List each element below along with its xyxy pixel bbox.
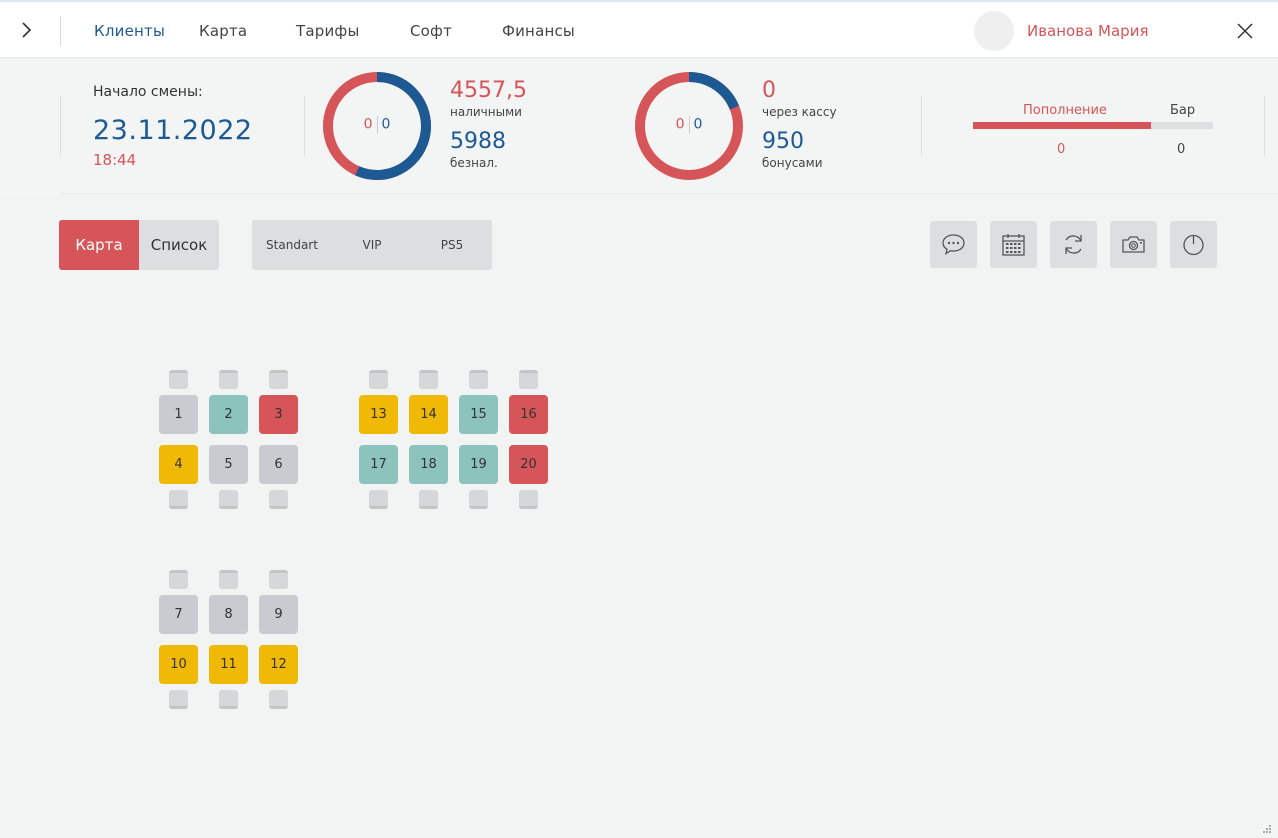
- chair-icon: [519, 490, 538, 509]
- seat-19[interactable]: 19: [459, 445, 498, 484]
- refresh-icon: [1065, 235, 1082, 254]
- divider: [304, 96, 305, 156]
- cashbox-label: через кассу: [762, 105, 837, 119]
- chair-icon: [219, 570, 238, 589]
- cashbox-amount: 0: [762, 78, 776, 103]
- close-icon: [1237, 23, 1253, 39]
- zone-standart[interactable]: Standart: [252, 220, 332, 270]
- seat-1[interactable]: 1: [159, 395, 198, 434]
- seat-3[interactable]: 3: [259, 395, 298, 434]
- nav-map[interactable]: Карта: [199, 22, 247, 40]
- list-view-button[interactable]: Список: [139, 220, 219, 270]
- view-toggle: Карта Список: [59, 220, 219, 270]
- cashless-amount: 5988: [450, 129, 506, 154]
- chair-icon: [519, 370, 538, 389]
- bar-value: 0: [1177, 142, 1186, 157]
- cash-amount: 4557,5: [450, 78, 527, 103]
- zone-ps5[interactable]: PS5: [412, 220, 492, 270]
- nav-clients[interactable]: Клиенты: [94, 22, 165, 40]
- shift-time: 18:44: [93, 151, 137, 169]
- power-button[interactable]: [1170, 221, 1217, 268]
- seat-14[interactable]: 14: [409, 395, 448, 434]
- seat-20[interactable]: 20: [509, 445, 548, 484]
- shift-start-label: Начало смены:: [93, 84, 203, 100]
- avatar[interactable]: [974, 11, 1014, 51]
- seat-10[interactable]: 10: [159, 645, 198, 684]
- cashless-label: безнал.: [450, 156, 498, 170]
- messages-button[interactable]: [930, 221, 977, 268]
- seat-5[interactable]: 5: [209, 445, 248, 484]
- bonus-label: бонусами: [762, 156, 823, 170]
- chair-icon: [219, 490, 238, 509]
- nav-finance[interactable]: Финансы: [502, 22, 575, 40]
- zone-vip[interactable]: VIP: [332, 220, 412, 270]
- chair-icon: [419, 490, 438, 509]
- chair-icon: [269, 570, 288, 589]
- chair-icon: [169, 570, 188, 589]
- zone-filter: Standart VIP PS5: [252, 220, 492, 270]
- camera-button[interactable]: [1110, 221, 1157, 268]
- chat-icon: [942, 234, 965, 255]
- seat-11[interactable]: 11: [209, 645, 248, 684]
- nav-tariffs[interactable]: Тарифы: [296, 22, 360, 40]
- seat-6[interactable]: 6: [259, 445, 298, 484]
- donut-right-value: 0: [381, 116, 391, 133]
- divider: [60, 16, 61, 46]
- seat-17[interactable]: 17: [359, 445, 398, 484]
- topup-progress-bar: [973, 122, 1213, 129]
- seat-9[interactable]: 9: [259, 595, 298, 634]
- chair-icon: [369, 490, 388, 509]
- chair-icon: [269, 370, 288, 389]
- top-bar: Клиенты Карта Тарифы Софт Финансы Иванов…: [0, 0, 1278, 58]
- seat-15[interactable]: 15: [459, 395, 498, 434]
- map-view-button[interactable]: Карта: [59, 220, 139, 270]
- power-icon: [1183, 234, 1204, 256]
- user-name[interactable]: Иванова Мария: [1027, 22, 1148, 40]
- divider: [1264, 96, 1265, 156]
- seat-16[interactable]: 16: [509, 395, 548, 434]
- refresh-button[interactable]: [1050, 221, 1097, 268]
- donut-left-value: 0: [675, 116, 685, 133]
- chair-icon: [219, 690, 238, 709]
- topup-progress-fill: [973, 122, 1151, 129]
- shift-date: 23.11.2022: [93, 115, 253, 146]
- topup-value: 0: [1057, 142, 1066, 157]
- donut-center-values: 00: [633, 116, 745, 133]
- chair-icon: [169, 370, 188, 389]
- seat-8[interactable]: 8: [209, 595, 248, 634]
- calendar-button[interactable]: [990, 221, 1037, 268]
- close-button[interactable]: [1234, 20, 1256, 42]
- seat-4[interactable]: 4: [159, 445, 198, 484]
- bonus-amount: 950: [762, 129, 804, 154]
- chair-icon: [469, 370, 488, 389]
- seat-18[interactable]: 18: [409, 445, 448, 484]
- donut-left-value: 0: [363, 116, 373, 133]
- camera-icon: [1122, 236, 1145, 253]
- chair-icon: [169, 490, 188, 509]
- chair-icon: [469, 490, 488, 509]
- chair-icon: [369, 370, 388, 389]
- seat-7[interactable]: 7: [159, 595, 198, 634]
- seat-13[interactable]: 13: [359, 395, 398, 434]
- tab-topup[interactable]: Пополнение: [1023, 103, 1107, 118]
- donut-right-value: 0: [693, 116, 703, 133]
- seat-2[interactable]: 2: [209, 395, 248, 434]
- seat-12[interactable]: 12: [259, 645, 298, 684]
- resize-grip-icon[interactable]: [1262, 819, 1272, 833]
- chair-icon: [269, 690, 288, 709]
- calendar-icon: [1002, 234, 1025, 256]
- donut-center-values: 00: [321, 116, 433, 133]
- chair-icon: [419, 370, 438, 389]
- divider: [60, 96, 61, 156]
- cash-label: наличными: [450, 105, 522, 119]
- expand-menu-button[interactable]: [14, 16, 40, 44]
- chair-icon: [269, 490, 288, 509]
- chair-icon: [219, 370, 238, 389]
- nav-software[interactable]: Софт: [410, 22, 452, 40]
- chair-icon: [169, 690, 188, 709]
- chevron-right-icon: [22, 22, 32, 38]
- tab-bar[interactable]: Бар: [1170, 103, 1195, 118]
- shift-stats-panel: Начало смены: 23.11.2022 18:44 00 4557,5…: [0, 58, 1278, 194]
- divider: [921, 96, 922, 156]
